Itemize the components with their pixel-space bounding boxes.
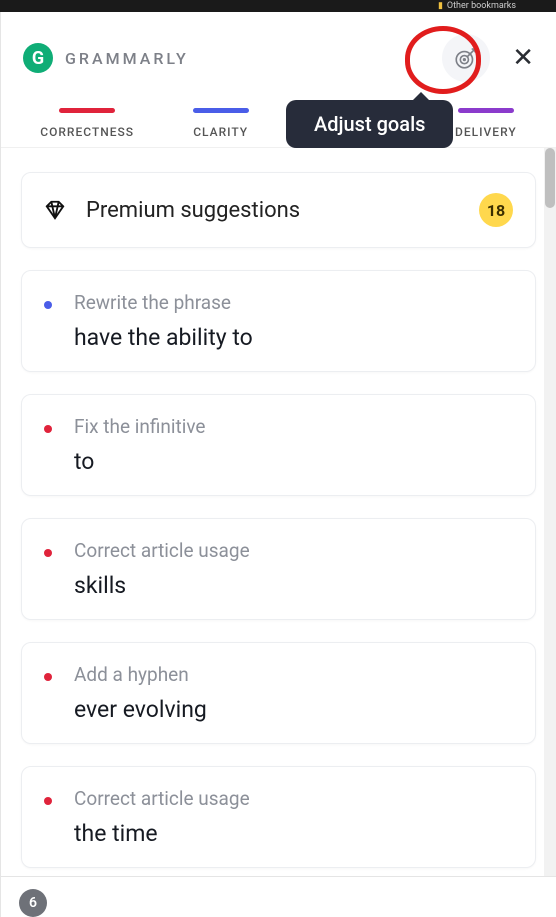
category-tabs: CORRECTNESS CLARITY ENGAGEMENT DELIVERY [1, 92, 556, 148]
suggestion-type: Add a hyphen [74, 663, 513, 686]
scrollbar-thumb[interactable] [545, 148, 555, 208]
suggestion-card[interactable]: Add a hyphen ever evolving [21, 642, 536, 744]
browser-top-bar: ▮ Other bookmarks [0, 0, 556, 12]
suggestion-text: ever evolving [74, 696, 513, 723]
grammarly-logo-icon: G [23, 43, 53, 73]
premium-title: Premium suggestions [86, 198, 479, 223]
suggestion-text: skills [74, 572, 513, 599]
adjust-goals-button[interactable] [442, 34, 490, 82]
category-dot [44, 425, 52, 433]
suggestion-type: Fix the infinitive [74, 415, 513, 438]
suggestion-type: Correct article usage [74, 539, 513, 562]
tab-delivery[interactable]: DELIVERY [449, 100, 523, 147]
tab-label: DELIVERY [455, 125, 517, 139]
tab-label: CORRECTNESS [40, 125, 134, 139]
grammarly-panel: G GRAMMARLY ✕ Adjust goals CORRECTNESS C… [0, 12, 556, 917]
close-button[interactable]: ✕ [512, 45, 534, 71]
suggestion-type: Rewrite the phrase [74, 291, 513, 314]
bookmark-label[interactable]: Other bookmarks [447, 1, 516, 11]
scrollbar-track[interactable] [544, 148, 556, 876]
tab-clarity[interactable]: CLARITY [187, 100, 255, 147]
tab-indicator [59, 108, 115, 113]
suggestion-text: the time [74, 820, 513, 847]
diamond-icon [44, 199, 66, 221]
category-dot [44, 549, 52, 557]
premium-suggestions-card[interactable]: Premium suggestions 18 [21, 172, 536, 248]
category-dot [44, 673, 52, 681]
tab-indicator [458, 108, 514, 113]
adjust-goals-tooltip: Adjust goals [286, 100, 453, 148]
target-icon [453, 45, 479, 71]
suggestion-card[interactable]: Correct article usage the time [21, 766, 536, 868]
category-dot [44, 301, 52, 309]
tab-indicator [193, 108, 249, 113]
tab-label: CLARITY [193, 125, 248, 139]
suggestion-text: have the ability to [74, 324, 513, 351]
remaining-count-badge[interactable]: 6 [19, 889, 47, 917]
tab-correctness[interactable]: CORRECTNESS [34, 100, 140, 147]
premium-count-badge: 18 [479, 193, 513, 227]
bookmark-folder-icon: ▮ [438, 1, 443, 11]
brand-title: GRAMMARLY [65, 49, 189, 68]
panel-footer: 6 [1, 876, 556, 917]
tooltip-text: Adjust goals [314, 112, 425, 136]
panel-header: G GRAMMARLY ✕ [1, 12, 556, 92]
suggestion-type: Correct article usage [74, 787, 513, 810]
suggestion-text: to [74, 448, 513, 475]
suggestion-card[interactable]: Rewrite the phrase have the ability to [21, 270, 536, 372]
category-dot [44, 797, 52, 805]
suggestion-card[interactable]: Fix the infinitive to [21, 394, 536, 496]
suggestions-scroll-area[interactable]: Premium suggestions 18 Rewrite the phras… [1, 148, 556, 876]
suggestion-card[interactable]: Correct article usage skills [21, 518, 536, 620]
